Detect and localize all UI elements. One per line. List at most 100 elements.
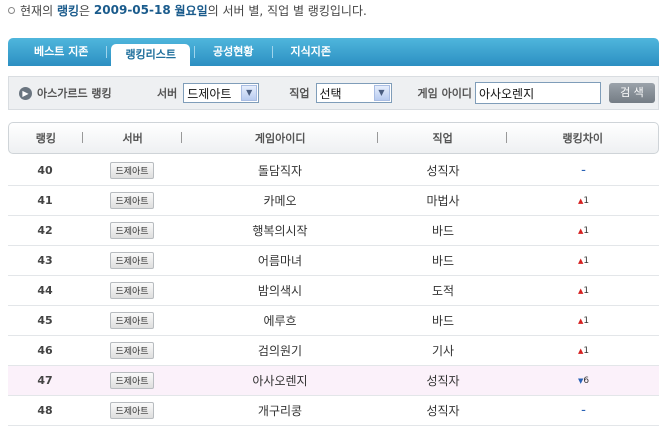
rank-cell: 44 (37, 284, 53, 297)
rank-diff-cell: ▼6 (508, 376, 659, 386)
rank-cell: 40 (37, 164, 53, 177)
rank-diff-cell: ▲1 (508, 256, 659, 266)
notice-weekday: 월요일 (174, 3, 208, 18)
job-cell: 바드 (431, 224, 455, 238)
tab-divider (194, 46, 196, 58)
filter-title: ▶ 아스가르드 랭킹 (19, 85, 157, 101)
rank-cell: 46 (37, 344, 53, 357)
job-cell: 성직자 (426, 164, 460, 178)
tab-ranking-list[interactable]: 랭킹리스트 (111, 44, 191, 66)
table-row: 40 드제아트 돌담직자 성직자 – (8, 156, 659, 186)
rank-same-icon: – (581, 405, 586, 416)
rank-cell: 41 (37, 194, 53, 207)
ranking-table-body: 40 드제아트 돌담직자 성직자 –41 드제아트 카메오 마법사 ▲1 42 드제아트 행복의시작 바… (8, 156, 659, 426)
header-game-id: 게임아이디 (182, 130, 379, 146)
server-badge: 드제아트 (110, 312, 154, 329)
header-rank-diff: 랭킹차이 (562, 132, 603, 145)
table-row: 43 드제아트 어름마녀 바드 ▲1 (8, 246, 659, 276)
job-cell: 기사 (431, 344, 455, 358)
server-badge: 드제아트 (110, 342, 154, 359)
notice-ranking-word: 랭킹 (56, 3, 80, 18)
server-cell: 드제아트 (82, 342, 182, 359)
tab-best-jijon[interactable]: 베스트 지존 (20, 38, 102, 66)
ranking-table-header: 랭킹 서버 게임아이디 직업 랭킹차이 (8, 122, 659, 154)
circle-arrow-icon: ▶ (19, 86, 32, 100)
chevron-down-icon[interactable]: ▼ (241, 85, 258, 101)
rank-diff-cell: ▲1 (508, 226, 659, 236)
job-label: 직업 (289, 87, 310, 100)
game-id-cell: 돌담직자 (257, 164, 303, 178)
game-id-cell: 어름마녀 (257, 254, 303, 268)
notice-prefix: 현재의 (20, 3, 54, 18)
server-badge: 드제아트 (110, 282, 154, 299)
server-badge: 드제아트 (110, 402, 154, 419)
table-row: 46 드제아트 검의원기 기사 ▲1 (8, 336, 659, 366)
server-badge: 드제아트 (110, 192, 154, 209)
rank-diff-cell: ▲1 (508, 346, 659, 356)
rank-diff-cell: ▲1 (508, 196, 659, 206)
job-cell: 성직자 (426, 374, 460, 388)
table-row: 42 드제아트 행복의시작 바드 ▲1 (8, 216, 659, 246)
job-cell: 마법사 (426, 194, 460, 208)
server-badge: 드제아트 (110, 162, 154, 179)
rank-cell: 42 (37, 224, 53, 237)
game-id-cell: 카메오 (263, 194, 297, 208)
server-select[interactable]: 드제아트 ▼ (183, 83, 260, 103)
header-rank: 랭킹 (9, 130, 83, 146)
job-select-value: 선택 (319, 86, 342, 101)
job-cell: 도적 (431, 284, 455, 298)
chevron-down-icon[interactable]: ▼ (373, 85, 390, 101)
job-select[interactable]: 선택 ▼ (315, 83, 392, 103)
job-cell: 바드 (431, 254, 455, 268)
job-cell: 성직자 (426, 404, 460, 418)
rank-diff-value: 1 (583, 285, 590, 296)
rank-cell: 45 (37, 314, 53, 327)
server-badge: 드제아트 (110, 372, 154, 389)
notice-suffix: 의 서버 별, 직업 별 랭킹입니다. (207, 3, 367, 18)
table-row: 41 드제아트 카메오 마법사 ▲1 (8, 186, 659, 216)
server-badge: 드제아트 (110, 222, 154, 239)
rank-diff-cell: ▲1 (508, 286, 659, 296)
bullet-icon (8, 6, 15, 14)
tab-siege-status[interactable]: 공성현황 (199, 38, 267, 66)
server-cell: 드제아트 (82, 192, 182, 209)
game-id-label: 게임 아이디 (417, 87, 472, 100)
tab-divider (271, 46, 273, 58)
server-select-value: 드제아트 (187, 86, 232, 101)
tab-divider (106, 46, 108, 58)
table-row: 48 드제아트 개구리콩 성직자 – (8, 396, 659, 426)
rank-diff-value: 1 (583, 315, 590, 326)
job-cell: 바드 (431, 314, 455, 328)
game-id-cell: 아사오렌지 (252, 374, 308, 388)
rank-cell: 47 (37, 374, 53, 387)
search-button[interactable]: 검 색 (608, 83, 655, 103)
game-id-cell: 행복의시작 (252, 224, 308, 238)
rank-diff-value: 1 (583, 225, 590, 236)
game-id-cell: 에루흐 (263, 314, 297, 328)
tab-bar: 베스트 지존 랭킹리스트 공성현황 지식지존 (8, 38, 659, 66)
filter-bar: ▶ 아스가르드 랭킹 서버 드제아트 ▼ 직업 선택 ▼ 게임 아이디 검 색 (8, 76, 659, 110)
server-badge: 드제아트 (110, 252, 154, 269)
rank-diff-cell: – (508, 406, 659, 416)
game-id-input[interactable] (474, 82, 601, 104)
tab-knowledge-jijon[interactable]: 지식지존 (277, 38, 345, 66)
rank-diff-value: 1 (583, 345, 590, 356)
server-cell: 드제아트 (82, 372, 182, 389)
rank-same-icon: – (581, 165, 586, 176)
server-cell: 드제아트 (82, 312, 182, 329)
table-row: 44 드제아트 밤의색시 도적 ▲1 (8, 276, 659, 306)
server-label: 서버 (157, 87, 178, 100)
rank-diff-cell: – (508, 166, 659, 176)
rank-cell: 43 (37, 254, 53, 267)
rank-diff-cell: ▲1 (508, 316, 659, 326)
rank-cell: 48 (37, 404, 53, 417)
server-cell: 드제아트 (82, 222, 182, 239)
game-id-cell: 검의원기 (257, 344, 303, 358)
ranking-notice: 현재의 랭킹 은 2009-05-18 월요일 의 서버 별, 직업 별 랭킹입니다… (8, 2, 367, 18)
table-row: 47 드제아트 아사오렌지 성직자 ▼6 (8, 366, 659, 396)
table-row: 45 드제아트 에루흐 바드 ▲1 (8, 306, 659, 336)
rank-diff-value: 6 (583, 375, 590, 386)
server-cell: 드제아트 (82, 162, 182, 179)
header-job: 직업 (378, 130, 508, 146)
rank-diff-value: 1 (583, 195, 590, 206)
